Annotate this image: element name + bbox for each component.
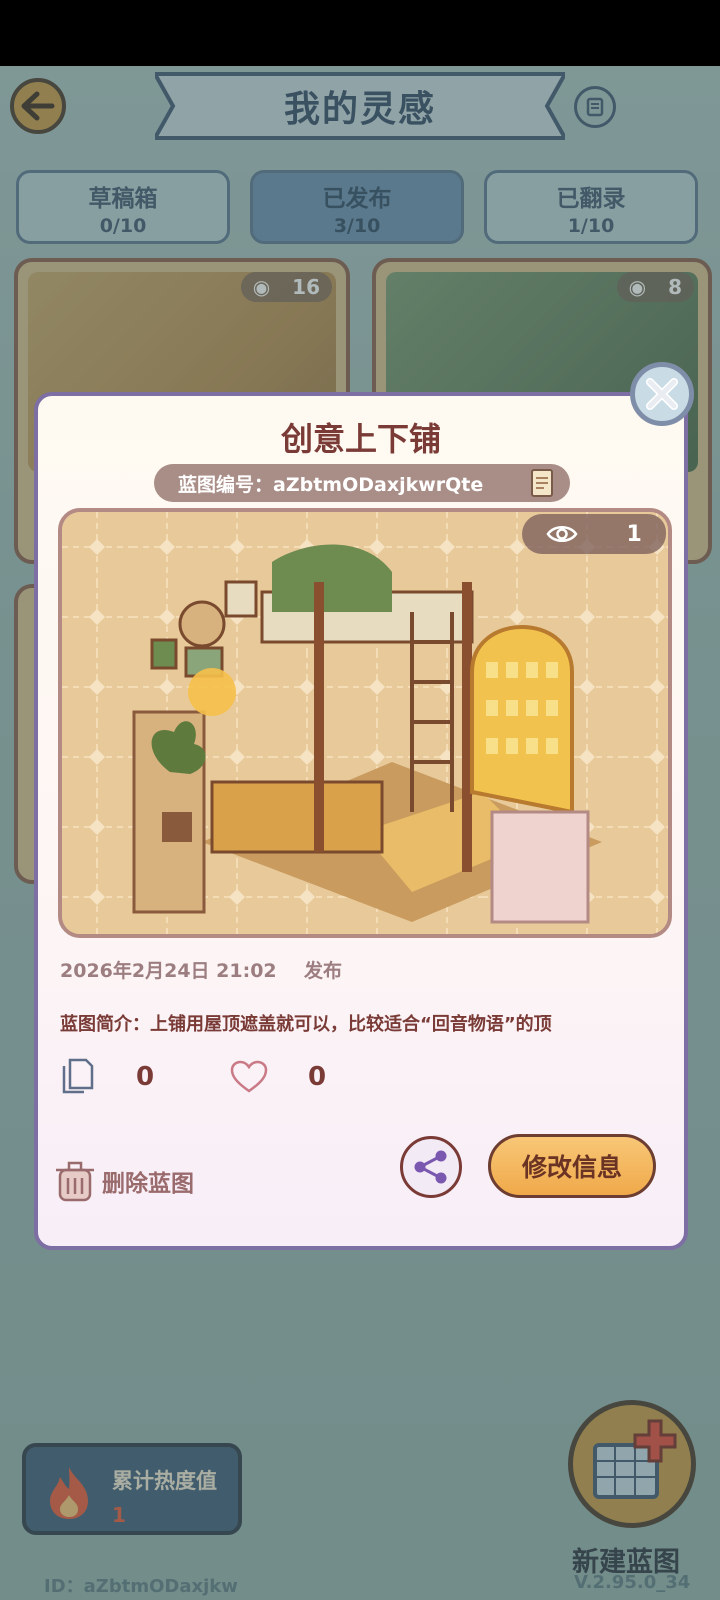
publish-date: 2026年2月24日 21:02 <box>60 960 277 982</box>
heart-icon[interactable] <box>230 1060 268 1094</box>
blueprint-title: 创意上下铺 <box>280 420 441 458</box>
publish-label: 发布 <box>304 960 343 982</box>
delete-label: 删除蓝图 <box>102 1171 194 1197</box>
blueprint-detail-dialog: 创意上下铺 蓝图编号：aZbtmODaxjkwrQte 1 2026年2月24日… <box>34 392 688 1250</box>
delete-blueprint-button[interactable]: 删除蓝图 <box>54 1156 194 1206</box>
view-count-badge: 1 <box>522 514 666 554</box>
eye-icon <box>546 526 578 542</box>
like-count: 0 <box>308 1062 327 1092</box>
blueprint-code: 蓝图编号：aZbtmODaxjkwrQte <box>154 464 570 502</box>
room-illustration <box>62 512 668 934</box>
edit-info-label: 修改信息 <box>521 1153 622 1182</box>
close-icon <box>646 378 678 410</box>
share-icon <box>414 1150 447 1184</box>
blueprint-code-text: 蓝图编号：aZbtmODaxjkwrQte <box>178 473 484 496</box>
edit-info-button[interactable]: 修改信息 <box>488 1134 656 1198</box>
copy-count: 0 <box>136 1062 155 1092</box>
share-button[interactable] <box>400 1136 462 1198</box>
close-button[interactable] <box>630 362 694 426</box>
copy-code-icon[interactable] <box>528 468 558 500</box>
status-bar <box>0 0 720 66</box>
view-count: 1 <box>626 521 642 547</box>
copy-count-icon <box>62 1058 94 1094</box>
blueprint-preview-image: 1 <box>58 508 672 938</box>
blueprint-description: 蓝图简介：上铺用屋顶遮盖就可以，比较适合“回音物语”的顶 <box>60 1014 552 1035</box>
trash-icon <box>56 1161 94 1202</box>
